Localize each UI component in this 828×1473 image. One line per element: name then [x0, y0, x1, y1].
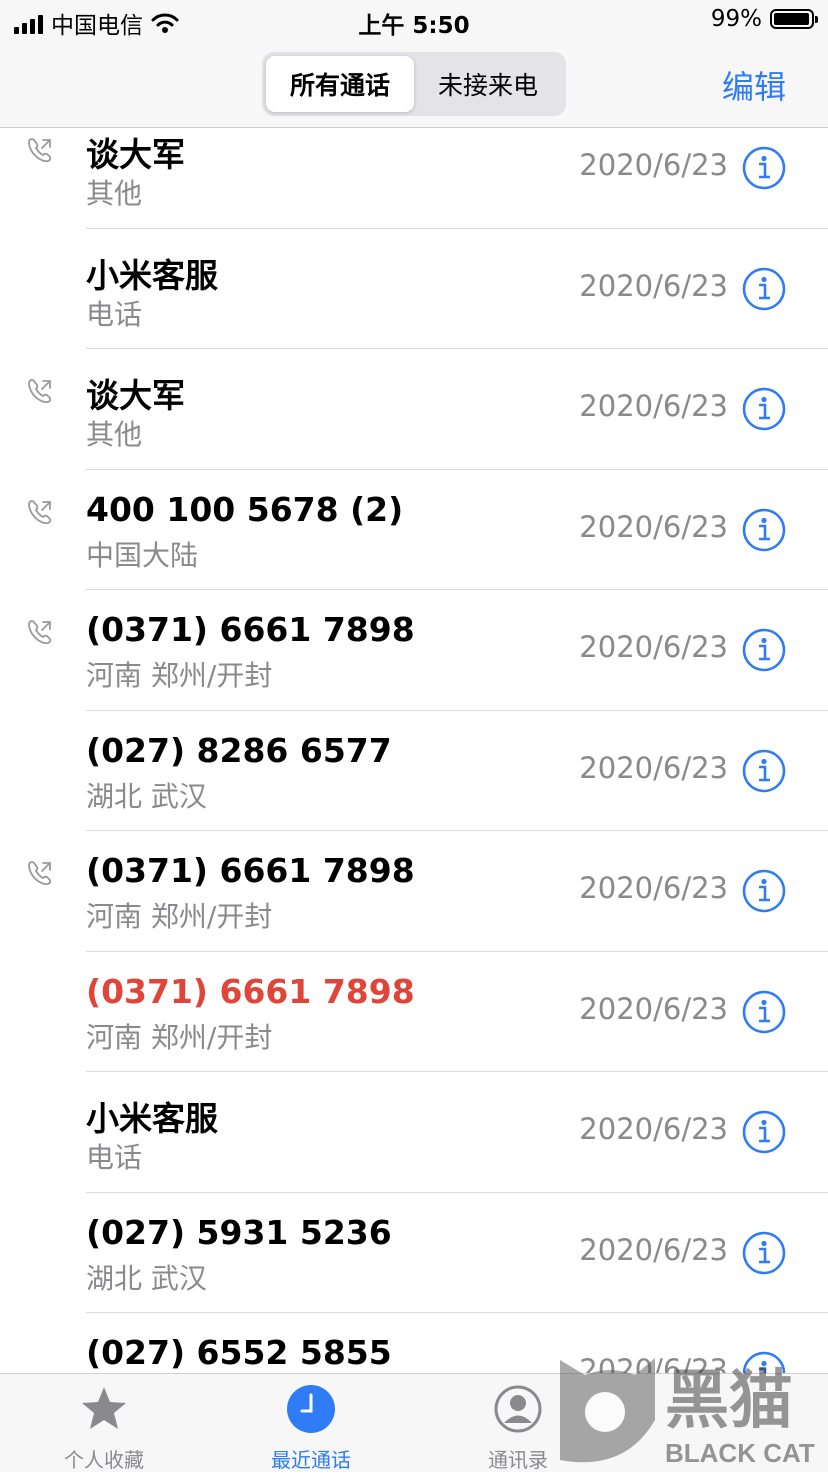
call-name: 谈大军: [86, 135, 185, 174]
outgoing-call-icon: [26, 618, 54, 646]
call-row[interactable]: 谈大军 其他 2020/6/23: [0, 349, 828, 470]
outgoing-call-icon: [26, 377, 54, 405]
call-label: 中国大陆: [86, 538, 199, 572]
call-date: 2020/6/23: [579, 509, 728, 544]
star-icon: [82, 1387, 126, 1429]
call-row[interactable]: (027) 8286 6577 湖北 武汉 2020/6/23: [0, 711, 828, 831]
info-icon[interactable]: [742, 869, 786, 913]
call-label: 河南 郑州/开封: [86, 1020, 273, 1054]
call-date: 2020/6/23: [579, 389, 728, 423]
call-name: (027) 6552 5855: [86, 1333, 392, 1372]
tab-contacts[interactable]: 通讯录: [448, 1374, 588, 1473]
call-row[interactable]: (027) 5931 5236 湖北 武汉 2020/6/23: [0, 1193, 828, 1313]
clock-icon: [287, 1385, 335, 1433]
call-row[interactable]: (0371) 6661 7898 河南 郑州/开封 2020/6/23: [0, 952, 828, 1072]
call-name: 谈大军: [86, 376, 185, 415]
call-row[interactable]: (0371) 6661 7898 河南 郑州/开封 2020/6/23: [0, 831, 828, 952]
call-date: 2020/6/23: [579, 750, 728, 785]
info-icon[interactable]: [742, 146, 786, 190]
outgoing-call-icon: [26, 498, 54, 526]
call-date: 2020/6/23: [579, 1112, 728, 1146]
tab-favorites-label: 个人收藏: [64, 1448, 144, 1472]
outgoing-call-icon: [26, 136, 54, 164]
battery-percent: 99%: [710, 6, 762, 32]
call-name: (027) 5931 5236: [86, 1212, 392, 1252]
info-icon[interactable]: [742, 628, 786, 672]
call-label: 河南 郑州/开封: [86, 900, 273, 933]
call-row[interactable]: 小米客服 电话 2020/6/23: [0, 1072, 828, 1193]
tab-bar: 个人收藏 最近通话 通讯录: [0, 1373, 828, 1472]
info-icon[interactable]: [742, 387, 786, 431]
recent-calls-list: 谈大军 其他 2020/6/23 小米客服 电话 2020/6/23 谈大军 其他 2020/6…: [0, 108, 828, 1434]
call-label: 湖北 武汉: [86, 779, 207, 813]
segment-missed-calls[interactable]: 未接来电: [414, 56, 562, 112]
call-filter-segmented-control: 所有通话 未接来电: [262, 52, 566, 116]
call-label: 湖北 武汉: [86, 1261, 207, 1295]
tab-recents[interactable]: 最近通话: [241, 1374, 381, 1473]
info-icon[interactable]: [742, 749, 786, 793]
call-row[interactable]: (0371) 6661 7898 河南 郑州/开封 2020/6/23: [0, 590, 828, 711]
call-date: 2020/6/23: [579, 871, 728, 905]
info-icon[interactable]: [742, 267, 786, 311]
call-date: 2020/6/23: [579, 268, 728, 303]
call-label: 电话: [86, 297, 143, 331]
info-icon[interactable]: [742, 508, 786, 552]
call-label: 其他: [86, 418, 143, 451]
tab-favorites[interactable]: 个人收藏: [34, 1374, 174, 1473]
contacts-icon: [494, 1385, 542, 1433]
call-label: 河南 郑州/开封: [86, 659, 273, 692]
call-name: (0371) 6661 7898: [86, 971, 415, 1011]
edit-button[interactable]: 编辑: [722, 62, 786, 108]
call-label: 其他: [86, 177, 143, 210]
battery-icon: [770, 9, 818, 29]
status-bar: 中国电信 上午 5:50 99%: [0, 0, 828, 44]
info-icon[interactable]: [742, 1110, 786, 1154]
call-label: 电话: [86, 1141, 143, 1174]
call-name: (0371) 6661 7898: [86, 851, 415, 890]
call-date: 2020/6/23: [579, 148, 728, 182]
call-row[interactable]: 谈大军 其他 2020/6/23: [0, 108, 828, 229]
outgoing-call-icon: [26, 859, 54, 887]
info-icon[interactable]: [742, 1231, 786, 1275]
call-row[interactable]: 小米客服 电话 2020/6/23: [0, 229, 828, 349]
segment-all-calls[interactable]: 所有通话: [266, 56, 414, 112]
call-name: (027) 8286 6577: [86, 730, 392, 770]
call-name: 400 100 5678 (2): [86, 489, 404, 529]
call-name: 小米客服: [86, 255, 218, 295]
info-icon[interactable]: [742, 990, 786, 1034]
call-name: 小米客服: [86, 1099, 218, 1138]
call-name: (0371) 6661 7898: [86, 610, 415, 649]
status-time: 上午 5:50: [358, 13, 470, 39]
call-row[interactable]: 400 100 5678 (2) 中国大陆 2020/6/23: [0, 470, 828, 590]
call-date: 2020/6/23: [579, 1232, 728, 1267]
tab-contacts-label: 通讯录: [488, 1448, 548, 1472]
call-date: 2020/6/23: [579, 991, 728, 1026]
tab-recents-label: 最近通话: [271, 1448, 351, 1472]
call-date: 2020/6/23: [579, 630, 728, 664]
